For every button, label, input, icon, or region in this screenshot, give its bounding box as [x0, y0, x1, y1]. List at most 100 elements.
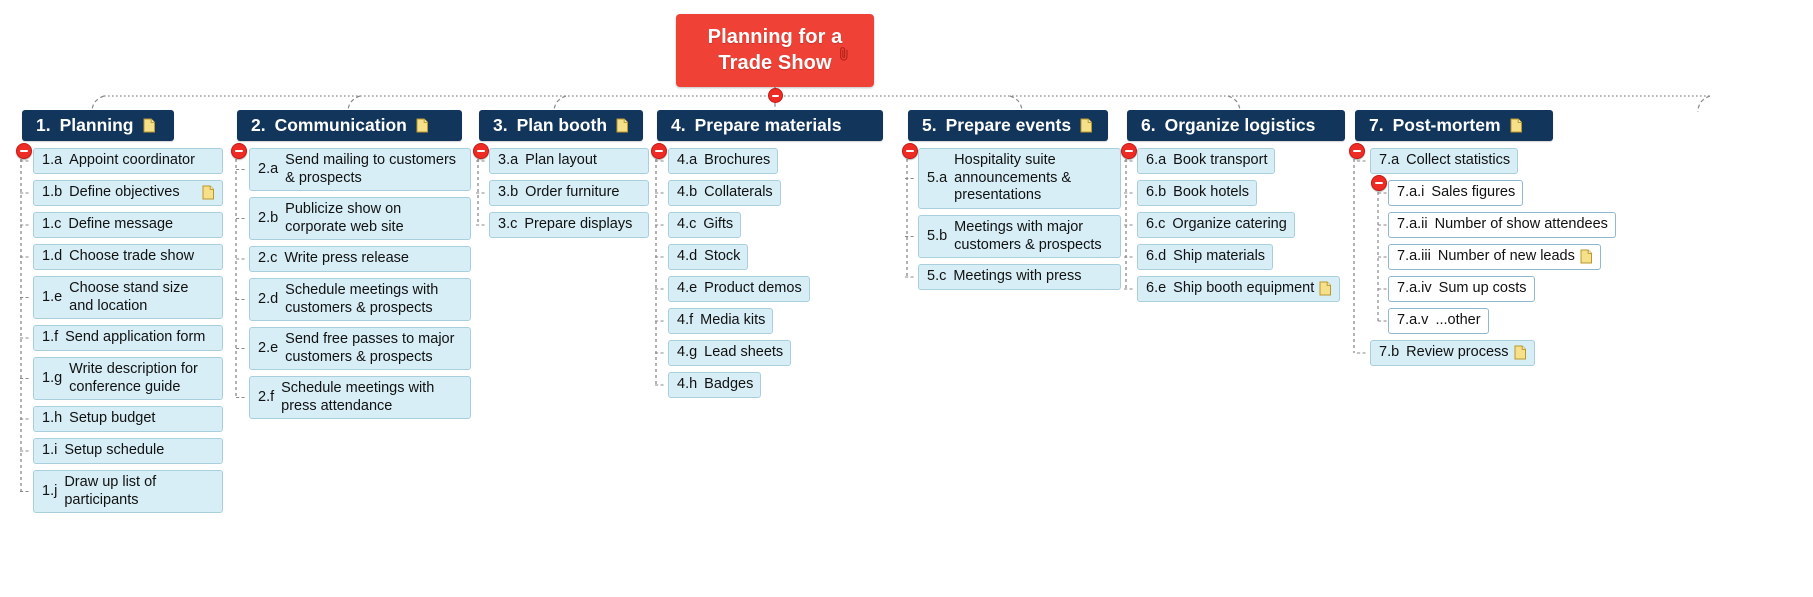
collapse-button-branch-7[interactable]: [1349, 143, 1365, 159]
root-node[interactable]: Planning for a Trade Show: [676, 14, 874, 87]
node-6.e[interactable]: 6.e Ship booth equipment: [1137, 276, 1341, 302]
note-icon[interactable]: [1580, 249, 1593, 264]
note-icon[interactable]: [143, 118, 156, 133]
node-label: Book transport: [1173, 152, 1268, 168]
collapse-button-branch-6[interactable]: [1121, 143, 1137, 159]
node-1.j[interactable]: 1.j Draw up list of participants: [33, 470, 223, 514]
note-icon[interactable]: [1510, 118, 1523, 133]
node-7.a.iii[interactable]: 7.a.iii Number of new leads: [1388, 244, 1601, 270]
node-1.d[interactable]: 1.d Choose trade show: [33, 244, 223, 270]
node-5.a[interactable]: 5.a Hospitality suite announcements & pre…: [918, 148, 1121, 210]
node-4.h[interactable]: 4.h Badges: [668, 372, 762, 398]
collapse-button-branch-5[interactable]: [902, 143, 918, 159]
node-5.b[interactable]: 5.b Meetings with major customers & prosp…: [918, 215, 1121, 259]
branch-header-3[interactable]: 3. Plan booth: [479, 110, 644, 141]
note-icon[interactable]: [1080, 118, 1093, 133]
node-1.h[interactable]: 1.h Setup budget: [33, 406, 223, 432]
note-icon[interactable]: [1514, 345, 1527, 360]
node-label: Schedule meetings with press attendance: [281, 380, 435, 414]
branch-header-5[interactable]: 5. Prepare events: [908, 110, 1108, 141]
node-3.a[interactable]: 3.a Plan layout: [489, 148, 649, 174]
node-3.c[interactable]: 3.c Prepare displays: [489, 212, 649, 238]
node-4.a[interactable]: 4.a Brochures: [668, 148, 779, 174]
node-1.e[interactable]: 1.e Choose stand size and location: [33, 276, 223, 320]
node-label: Sales figures: [1431, 184, 1516, 200]
branch-header-1[interactable]: 1. Planning: [22, 110, 174, 141]
node-1.i[interactable]: 1.i Setup schedule: [33, 438, 223, 464]
collapse-button-branch-3[interactable]: [473, 143, 489, 159]
node-index: 6.c: [1146, 216, 1166, 232]
node-4.c[interactable]: 4.c Gifts: [668, 212, 742, 238]
branch-header-6[interactable]: 6. Organize logistics: [1127, 110, 1345, 141]
node-6.d[interactable]: 6.d Ship materials: [1137, 244, 1274, 270]
branch-title: Post-mortem: [1392, 115, 1501, 135]
node-label: Collaterals: [704, 184, 773, 200]
node-2.e[interactable]: 2.e Send free passes to major customers &…: [249, 327, 471, 371]
node-label: Appoint coordinator: [69, 152, 195, 168]
branch-header-7[interactable]: 7. Post-mortem: [1355, 110, 1553, 141]
node-label: Prepare displays: [524, 216, 633, 232]
node-label: Publicize show on corporate web site: [285, 201, 404, 235]
node-index: 2.f: [258, 388, 275, 405]
root-collapse-button[interactable]: [768, 88, 783, 103]
node-1.f[interactable]: 1.f Send application form: [33, 325, 223, 351]
node-4.e[interactable]: 4.e Product demos: [668, 276, 810, 302]
node-4.f[interactable]: 4.f Media kits: [668, 308, 774, 334]
node-label: ...other: [1435, 312, 1481, 328]
node-6.a[interactable]: 6.a Book transport: [1137, 148, 1276, 174]
node-1.c[interactable]: 1.c Define message: [33, 212, 223, 238]
node-index: 4.a: [677, 152, 698, 168]
node-2.c[interactable]: 2.c Write press release: [249, 246, 471, 272]
node-index: 1.h: [42, 410, 63, 426]
branch-number: 3.: [493, 115, 508, 135]
node-label: Collect statistics: [1406, 152, 1511, 168]
collapse-button-7a[interactable]: [1371, 175, 1387, 191]
note-icon[interactable]: [616, 118, 629, 133]
node-label: Organize catering: [1172, 216, 1287, 232]
node-7.a.iv[interactable]: 7.a.iv Sum up costs: [1388, 276, 1535, 302]
node-label: Stock: [704, 248, 741, 264]
node-1.g[interactable]: 1.g Write description for conference guid…: [33, 357, 223, 401]
branch-header-4[interactable]: 4. Prepare materials: [657, 110, 883, 141]
node-label: Draw up list of participants: [64, 474, 157, 508]
node-6.c[interactable]: 6.c Organize catering: [1137, 212, 1295, 238]
node-label: Review process: [1406, 344, 1509, 360]
node-index: 4.f: [677, 312, 694, 328]
node-1.a[interactable]: 1.a Appoint coordinator: [33, 148, 223, 174]
node-index: 6.d: [1146, 248, 1167, 264]
node-7.a[interactable]: 7.a Collect statistics: [1370, 148, 1519, 174]
node-index: 1.b: [42, 184, 63, 200]
collapse-button-branch-4[interactable]: [651, 143, 667, 159]
node-label: Brochures: [704, 152, 771, 168]
node-6.b[interactable]: 6.b Book hotels: [1137, 180, 1257, 206]
node-5.c[interactable]: 5.c Meetings with press: [918, 264, 1121, 290]
node-2.d[interactable]: 2.d Schedule meetings with customers & pr…: [249, 278, 471, 322]
node-4.g[interactable]: 4.g Lead sheets: [668, 340, 792, 366]
node-2.f[interactable]: 2.f Schedule meetings with press attendan…: [249, 376, 471, 420]
note-icon[interactable]: [416, 118, 429, 133]
collapse-button-branch-1[interactable]: [16, 143, 32, 159]
collapse-button-branch-2[interactable]: [231, 143, 247, 159]
node-2.b[interactable]: 2.b Publicize show on corporate web site: [249, 197, 471, 241]
node-label: Meetings with press: [953, 268, 1082, 284]
node-7.a.i[interactable]: 7.a.i Sales figures: [1388, 180, 1524, 206]
node-label: Media kits: [700, 312, 766, 328]
node-4.d[interactable]: 4.d Stock: [668, 244, 749, 270]
branch-header-2[interactable]: 2. Communication: [237, 110, 462, 141]
node-label: Plan layout: [525, 152, 597, 168]
node-1.b[interactable]: 1.b Define objectives: [33, 180, 223, 206]
root-node-label: Planning for a Trade Show: [707, 25, 843, 74]
node-2.a[interactable]: 2.a Send mailing to customers & prospects: [249, 148, 471, 192]
node-index: 1.i: [42, 442, 58, 458]
node-4.b[interactable]: 4.b Collaterals: [668, 180, 781, 206]
node-7.a.ii[interactable]: 7.a.ii Number of show attendees: [1388, 212, 1616, 238]
node-7.a.v[interactable]: 7.a.v ...other: [1388, 308, 1489, 334]
node-index: 1.g: [42, 369, 63, 386]
node-label: Ship booth equipment: [1173, 280, 1315, 296]
node-index: 4.c: [677, 216, 697, 232]
node-index: 2.a: [258, 160, 279, 177]
node-3.b[interactable]: 3.b Order furniture: [489, 180, 649, 206]
node-7.b[interactable]: 7.b Review process: [1370, 340, 1535, 366]
note-icon[interactable]: [202, 185, 215, 200]
note-icon[interactable]: [1319, 281, 1332, 296]
